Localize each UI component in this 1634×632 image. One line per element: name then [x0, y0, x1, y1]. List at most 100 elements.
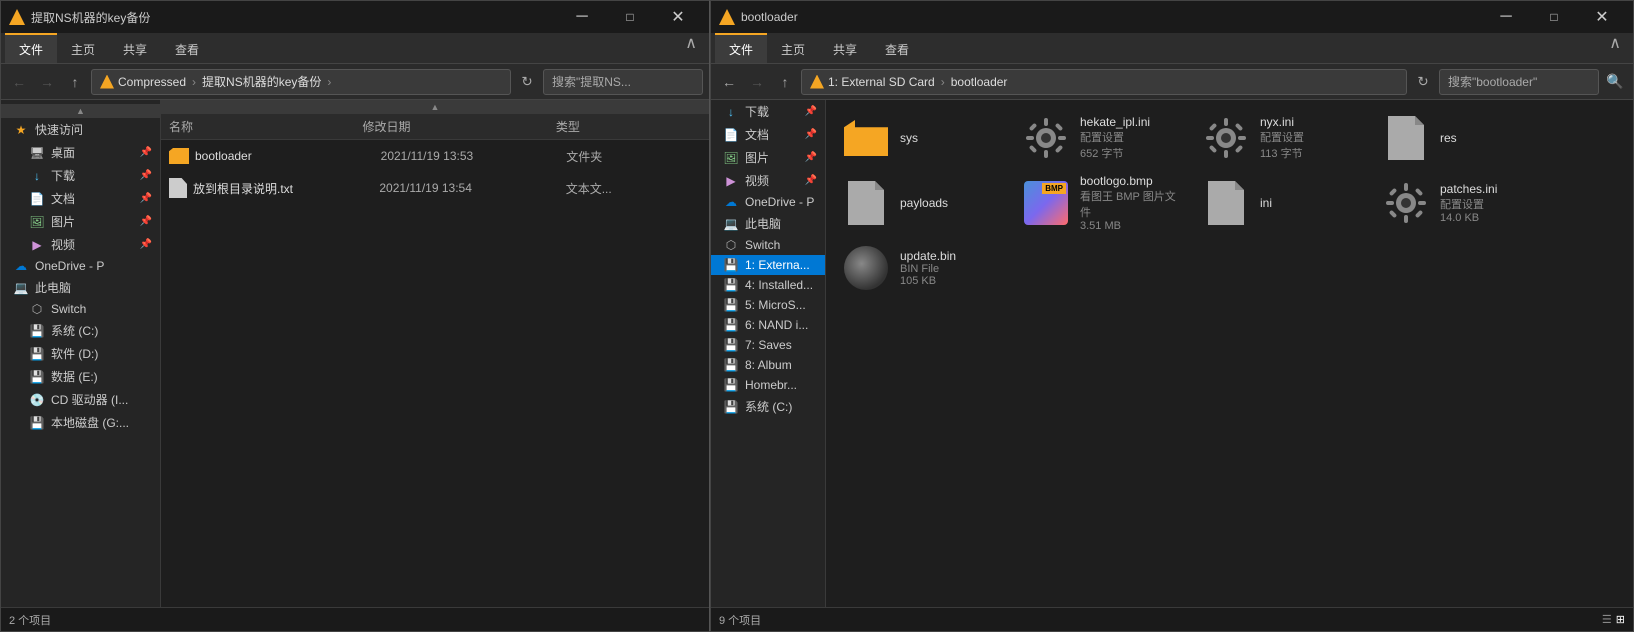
grid-item-updatebin[interactable]: update.bin BIN File 105 KB: [834, 238, 1014, 298]
maximize-button-right[interactable]: □: [1531, 1, 1577, 33]
view-list-icon[interactable]: ☰: [1602, 613, 1612, 626]
tab-home-left[interactable]: 主页: [57, 33, 109, 63]
left-statusbar: 2 个项目: [1, 607, 709, 631]
path-part-1-left[interactable]: Compressed: [118, 75, 186, 89]
grid-item-sys[interactable]: sys: [834, 108, 1014, 168]
sidebar-item-c-drive[interactable]: 💾 系统 (C:): [1, 319, 160, 342]
grid-item-hekate[interactable]: hekate_ipl.ini 配置设置 652 字节: [1014, 108, 1194, 168]
path-part-2-right[interactable]: bootloader: [951, 75, 1008, 89]
sidebar-item-quick-access[interactable]: ★ 快速访问: [1, 118, 160, 141]
rsidebar-7saves[interactable]: 💾 7: Saves: [711, 335, 825, 355]
ribbon-expand-left[interactable]: ∧: [677, 33, 705, 63]
close-button[interactable]: ✕: [655, 1, 701, 33]
path-part-2-left[interactable]: 提取NS机器的key备份: [202, 73, 321, 90]
sidebar-scroll-up-left[interactable]: ▲: [1, 104, 160, 118]
rsd7-icon: 💾: [723, 338, 739, 352]
picture-label: 图片: [51, 213, 75, 230]
path-sep-2: ›: [327, 75, 331, 89]
rdoc-label: 文档: [745, 126, 769, 143]
rsidebar-4installed[interactable]: 💾 4: Installed...: [711, 275, 825, 295]
rsidebar-6nand[interactable]: 💾 6: NAND i...: [711, 315, 825, 335]
tab-view-right[interactable]: 查看: [871, 33, 923, 63]
search-box-right[interactable]: 搜索"bootloader": [1439, 69, 1599, 95]
close-button-right[interactable]: ✕: [1579, 1, 1625, 33]
back-button-right[interactable]: ←: [717, 70, 741, 94]
left-window-icon: [9, 9, 25, 25]
sidebar-item-video[interactable]: ▶ 视频 📌: [1, 233, 160, 256]
sidebar-item-e-drive[interactable]: 💾 数据 (E:): [1, 365, 160, 388]
grid-item-patches[interactable]: patches.ini 配置设置 14.0 KB: [1374, 168, 1554, 238]
right-window: bootloader ─ □ ✕ 文件 主页 共享 查看 ∧ ← → ↑ 1: …: [710, 0, 1634, 632]
rpic-label: 图片: [745, 149, 769, 166]
rsd4-icon: 💾: [723, 278, 739, 292]
tab-view-left[interactable]: 查看: [161, 33, 213, 63]
sidebar-item-g-drive[interactable]: 💾 本地磁盘 (G:...: [1, 411, 160, 434]
sidebar-item-cd-drive[interactable]: 💿 CD 驱动器 (I...: [1, 388, 160, 411]
forward-button-left[interactable]: →: [35, 70, 59, 94]
address-path-right[interactable]: 1: External SD Card › bootloader: [801, 69, 1407, 95]
sidebar-item-onedrive[interactable]: ☁ OneDrive - P: [1, 256, 160, 276]
minimize-button[interactable]: ─: [559, 1, 605, 33]
rsidebar-onedrive[interactable]: ☁ OneDrive - P: [711, 192, 825, 212]
tab-file-right[interactable]: 文件: [715, 33, 767, 63]
grid-item-bmp[interactable]: BMP bootlogo.bmp 看图王 BMP 图片文件 3.51 MB: [1014, 168, 1194, 238]
left-ribbon: 文件 主页 共享 查看 ∧: [1, 33, 709, 64]
grid-item-nyx[interactable]: nyx.ini 配置设置 113 字节: [1194, 108, 1374, 168]
grid-item-payloads[interactable]: payloads: [834, 168, 1014, 238]
file-list-scroll-up[interactable]: ▲: [161, 100, 709, 114]
forward-button-right[interactable]: →: [745, 70, 769, 94]
rsidebar-video[interactable]: ▶ 视频 📌: [711, 169, 825, 192]
search-btn-right[interactable]: 🔍: [1603, 70, 1627, 94]
rsidebar-1external[interactable]: 💾 1: Externa...: [711, 255, 825, 275]
rsidebar-8album[interactable]: 💾 8: Album: [711, 355, 825, 375]
rdoc-icon: 📄: [723, 128, 739, 142]
maximize-button[interactable]: □: [607, 1, 653, 33]
ribbon-expand-right[interactable]: ∧: [1601, 33, 1629, 63]
search-box-left[interactable]: 搜索"提取NS...: [543, 69, 703, 95]
tab-home-right[interactable]: 主页: [767, 33, 819, 63]
file-item-bootloader[interactable]: bootloader 2021/11/19 13:53 文件夹: [161, 140, 709, 172]
sidebar-item-this-pc[interactable]: 💻 此电脑: [1, 276, 160, 299]
grid-item-ini[interactable]: ini: [1194, 168, 1374, 238]
sidebar-item-picture[interactable]: 🖼 图片 📌: [1, 210, 160, 233]
minimize-button-right[interactable]: ─: [1483, 1, 1529, 33]
gear-svg-nyx: [1204, 116, 1248, 160]
up-button-right[interactable]: ↑: [773, 70, 797, 94]
sidebar-item-desktop[interactable]: 🖥 桌面 📌: [1, 141, 160, 164]
refresh-button-left[interactable]: ↻: [515, 70, 539, 94]
folder-icon: [169, 148, 189, 164]
rsidebar-picture[interactable]: 🖼 图片 📌: [711, 146, 825, 169]
file-name-bootloader: bootloader: [195, 149, 375, 163]
up-button-left[interactable]: ↑: [63, 70, 87, 94]
rsidebar-this-pc[interactable]: 💻 此电脑: [711, 212, 825, 235]
back-button-left[interactable]: ←: [7, 70, 31, 94]
nyx-size: 113 字节: [1260, 145, 1366, 161]
rsidebar-5micro[interactable]: 💾 5: MicroS...: [711, 295, 825, 315]
path-part-1-right[interactable]: 1: External SD Card: [828, 75, 935, 89]
rcloud-icon: ☁: [723, 195, 739, 209]
view-grid-icon[interactable]: ⊞: [1616, 613, 1625, 626]
rsidebar-homebrew[interactable]: 💾 Homebr...: [711, 375, 825, 395]
grid-item-res[interactable]: res: [1374, 108, 1554, 168]
sidebar-item-switch[interactable]: ⬡ Switch: [1, 299, 160, 319]
sidebar-item-download[interactable]: ↓ 下载 📌: [1, 164, 160, 187]
patches-info: patches.ini 配置设置 14.0 KB: [1440, 182, 1546, 224]
cd-label: CD 驱动器 (I...: [51, 391, 128, 408]
rsidebar-c-drive[interactable]: 💾 系统 (C:): [711, 395, 825, 418]
rsdh-icon: 💾: [723, 378, 739, 392]
rpin-pic: 📌: [805, 152, 817, 163]
rc-label: 系统 (C:): [745, 398, 792, 415]
document-label: 文档: [51, 190, 75, 207]
refresh-button-right[interactable]: ↻: [1411, 70, 1435, 94]
tab-share-left[interactable]: 共享: [109, 33, 161, 63]
rsidebar-download[interactable]: ↓ 下载 📌: [711, 100, 825, 123]
sidebar-item-document[interactable]: 📄 文档 📌: [1, 187, 160, 210]
address-path-left[interactable]: Compressed › 提取NS机器的key备份 ›: [91, 69, 511, 95]
rsidebar-switch[interactable]: ⬡ Switch: [711, 235, 825, 255]
file-item-readme[interactable]: 放到根目录说明.txt 2021/11/19 13:54 文本文...: [161, 172, 709, 204]
tab-file-left[interactable]: 文件: [5, 33, 57, 63]
rsidebar-document[interactable]: 📄 文档 📌: [711, 123, 825, 146]
bin-icon: [842, 244, 890, 292]
sidebar-item-d-drive[interactable]: 💾 软件 (D:): [1, 342, 160, 365]
tab-share-right[interactable]: 共享: [819, 33, 871, 63]
